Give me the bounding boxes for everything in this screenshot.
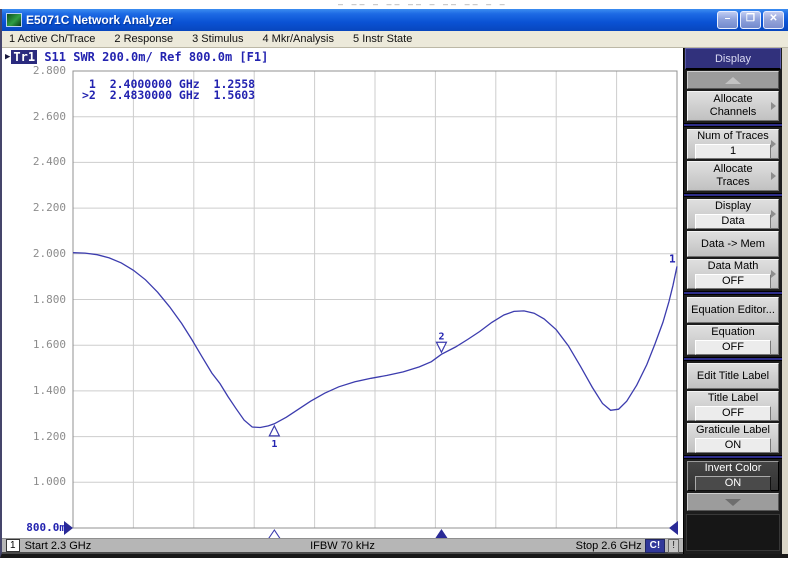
marker-1-label: 1 xyxy=(271,439,277,450)
display-format-value: Data xyxy=(695,214,771,229)
softkey-allocate-traces[interactable]: AllocateTraces xyxy=(687,161,779,191)
scroll-down-icon xyxy=(725,499,741,506)
softkey-edit-title-label[interactable]: Edit Title Label xyxy=(687,363,779,389)
y-tick-label: 1.400 xyxy=(2,385,66,397)
softkey-title-label[interactable]: Title LabelOFF xyxy=(687,391,779,421)
y-tick-label: 1.000 xyxy=(2,476,66,488)
close-button[interactable]: ✕ xyxy=(763,11,784,29)
equation-value: OFF xyxy=(695,340,771,355)
window-title: E5071C Network Analyzer xyxy=(26,13,715,27)
softkey-invert-color[interactable]: Invert ColorON xyxy=(687,461,779,491)
swr-plot: 1 1 2 xyxy=(2,48,683,540)
menu-item-5[interactable]: 5 Instr State xyxy=(353,33,412,45)
softkey-graticule-label[interactable]: Graticule LabelON xyxy=(687,423,779,453)
softkey-label: Data Math xyxy=(708,260,759,273)
minimize-button[interactable]: – xyxy=(717,11,738,29)
marker-1-triangle-icon[interactable] xyxy=(269,426,279,436)
cropped-caption-text: – –– – –– –– – –– –– – – xyxy=(338,1,558,8)
num-of-traces-value: 1 xyxy=(695,144,771,159)
menu-bar: 1 Active Ch/Trace 2 Response 3 Stimulus 4 M… xyxy=(2,31,788,48)
invert-color-value: ON xyxy=(695,476,771,491)
softkey-menu-title: Display xyxy=(685,48,781,70)
softkey-equation[interactable]: EquationOFF xyxy=(687,325,779,355)
softkey-group-separator xyxy=(684,193,782,197)
scroll-up-button[interactable] xyxy=(687,71,779,89)
warning-badge: ! xyxy=(668,539,679,553)
menu-item-2[interactable]: 2 Response xyxy=(114,33,173,45)
softkey-label: Invert Color xyxy=(705,462,762,475)
marker-2-triangle-icon[interactable] xyxy=(436,342,446,352)
y-tick-label: 1.600 xyxy=(2,339,66,351)
softkey-group-separator xyxy=(684,357,782,361)
softkey-label: Channels xyxy=(710,106,756,119)
softkey-label: Display xyxy=(715,200,751,213)
softkey-group-separator xyxy=(684,455,782,459)
y-tick-label: 2.200 xyxy=(2,202,66,214)
app-window: E5071C Network Analyzer – ❐ ✕ 1 Active C… xyxy=(0,9,788,558)
marker-2-label: 2 xyxy=(438,331,444,342)
app-icon xyxy=(6,13,22,27)
y-tick-label: 2.400 xyxy=(2,156,66,168)
submenu-arrow-icon xyxy=(771,210,776,218)
y-tick-label: 2.600 xyxy=(2,111,66,123)
screen: – –– – –– –– – –– –– – – E5071C Network … xyxy=(0,0,800,567)
softkey-group-separator xyxy=(684,291,782,295)
title-bar: E5071C Network Analyzer – ❐ ✕ xyxy=(2,9,788,31)
softkey-group-separator xyxy=(684,123,782,127)
softkey-panel-filler xyxy=(686,514,780,551)
softkey-display-format[interactable]: DisplayData xyxy=(687,199,779,229)
y-tick-label: 1.800 xyxy=(2,294,66,306)
menu-item-3[interactable]: 3 Stimulus xyxy=(192,33,243,45)
y-tick-label: 2.800 xyxy=(2,65,66,77)
softkey-panel: Display AllocateChannelsNum of Traces1Al… xyxy=(683,48,788,554)
submenu-arrow-icon xyxy=(771,270,776,278)
softkey-label: Edit Title Label xyxy=(697,370,769,383)
softkey-data-to-mem[interactable]: Data -> Mem xyxy=(687,231,779,257)
softkey-allocate-channels[interactable]: AllocateChannels xyxy=(687,91,779,121)
softkey-num-of-traces[interactable]: Num of Traces1 xyxy=(687,129,779,159)
ref-level-right-arrow-icon xyxy=(669,521,678,535)
softkey-label: Allocate xyxy=(713,93,752,106)
softkey-label: Equation xyxy=(711,326,754,339)
softkey-data-math[interactable]: Data MathOFF xyxy=(687,259,779,289)
softkey-label: Traces xyxy=(716,176,749,189)
scroll-up-icon xyxy=(725,77,741,84)
data-math-value: OFF xyxy=(695,274,771,289)
restore-button[interactable]: ❐ xyxy=(740,11,761,29)
softkey-label: Data -> Mem xyxy=(701,238,765,251)
menu-item-1[interactable]: 1 Active Ch/Trace xyxy=(9,33,95,45)
scroll-down-button[interactable] xyxy=(687,493,779,511)
content-area: ▶ Tr1 S11 SWR 200.0m/ Ref 800.0m [F1] 11… xyxy=(2,48,788,554)
softkey-label: Title Label xyxy=(708,392,758,405)
trace-end-label: 1 xyxy=(669,252,676,265)
softkey-label: Equation Editor... xyxy=(691,304,775,317)
marker-readout: 1 2.4000000 GHz 1.2558 >2 2.4830000 GHz … xyxy=(82,79,255,101)
calibration-badge: C! xyxy=(645,539,666,553)
channel-window: ▶ Tr1 S11 SWR 200.0m/ Ref 800.0m [F1] 11… xyxy=(2,48,683,554)
submenu-arrow-icon xyxy=(771,172,776,180)
y-tick-label: 2.000 xyxy=(2,248,66,260)
graticule-label-value: ON xyxy=(695,438,771,453)
softkey-label: Allocate xyxy=(713,163,752,176)
y-tick-label: 1.200 xyxy=(2,431,66,443)
submenu-arrow-icon xyxy=(771,102,776,110)
title-label-value: OFF xyxy=(695,406,771,421)
submenu-arrow-icon xyxy=(771,140,776,148)
stop-frequency-label: Stop 2.6 GHz xyxy=(576,540,642,552)
menu-item-4[interactable]: 4 Mkr/Analysis xyxy=(262,33,334,45)
softkey-label: Graticule Label xyxy=(696,424,770,437)
ref-level-label: 800.0m xyxy=(2,522,66,534)
status-bar: 1 Start 2.3 GHz IFBW 70 kHz Stop 2.6 GHz… xyxy=(2,538,683,554)
softkey-label: Num of Traces xyxy=(697,130,769,143)
softkey-equation-editor[interactable]: Equation Editor... xyxy=(687,297,779,323)
